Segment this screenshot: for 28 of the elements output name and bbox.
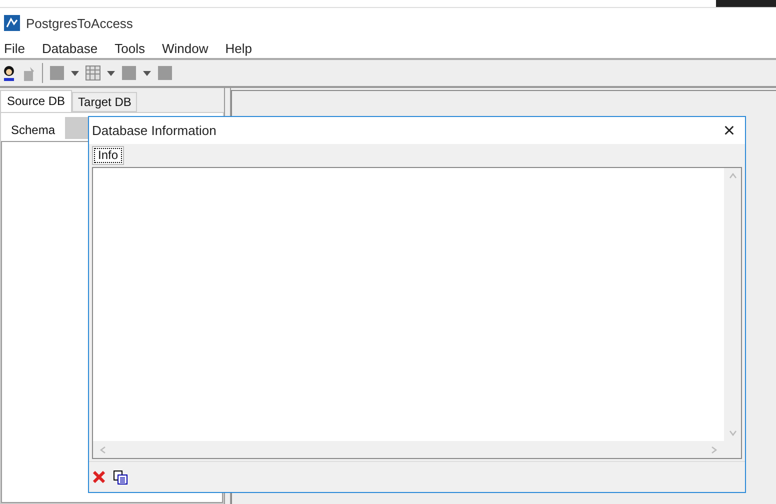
caret-icon[interactable] — [71, 70, 79, 76]
menu-item[interactable]: Window — [160, 40, 216, 56]
schema-label: Schema — [10, 122, 56, 139]
tab[interactable]: Source DB — [0, 90, 72, 112]
grid-icon[interactable] — [85, 65, 101, 81]
toolbar-icon[interactable] — [49, 65, 65, 81]
dialog-title: Database Information — [92, 123, 216, 138]
window-title: PostgresToAccess — [26, 16, 133, 30]
scroll-left-icon[interactable] — [99, 446, 107, 454]
scroll-right-icon[interactable] — [710, 446, 718, 454]
tab[interactable]: Target DB — [72, 92, 138, 112]
delete-icon[interactable] — [93, 471, 105, 483]
caret-icon[interactable] — [107, 70, 115, 76]
toolbar-icon[interactable] — [157, 65, 173, 81]
person-icon[interactable] — [2, 65, 16, 81]
menu-item[interactable]: Tools — [112, 40, 152, 56]
caret-icon[interactable] — [143, 70, 151, 76]
close-button[interactable]: × — [719, 120, 739, 140]
menu-item[interactable]: File — [2, 40, 32, 56]
tab[interactable]: Info — [92, 146, 124, 165]
scroll-up-icon[interactable] — [728, 172, 736, 180]
dark-block — [716, 0, 776, 7]
copy-icon[interactable] — [113, 470, 128, 484]
app-icon — [4, 15, 20, 31]
menu-item[interactable]: Database — [40, 40, 105, 56]
menu-item[interactable]: Help — [223, 40, 259, 56]
toolbar-icon[interactable] — [121, 65, 137, 81]
scroll-down-icon[interactable] — [728, 429, 736, 437]
